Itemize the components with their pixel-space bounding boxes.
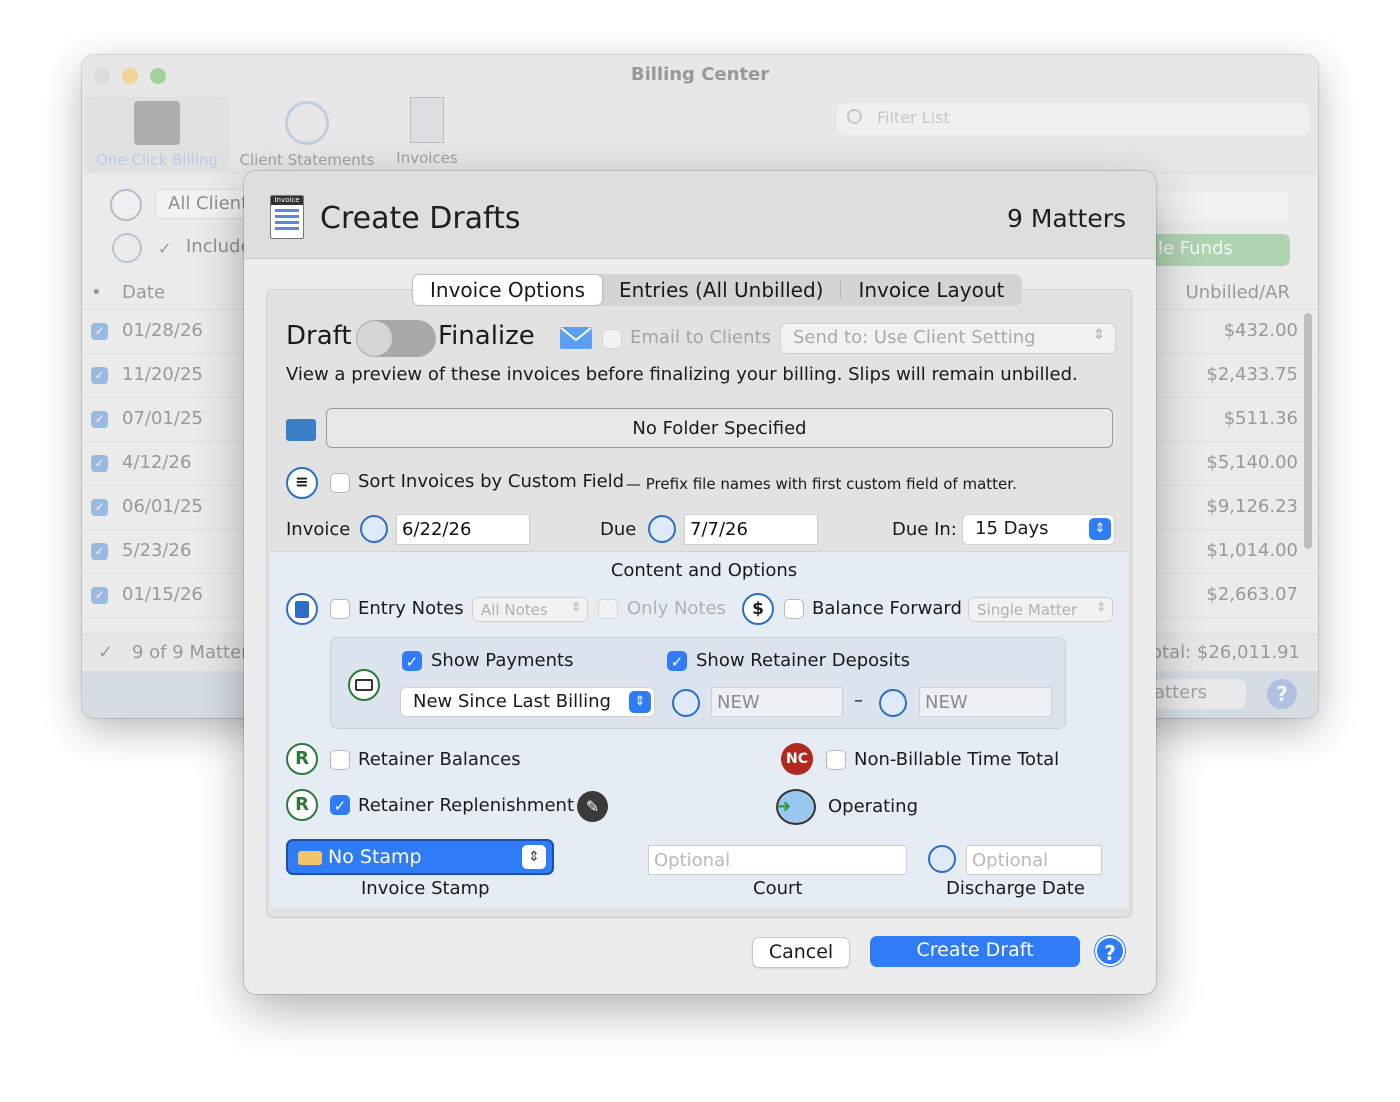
show-retainer-deposits-checkbox[interactable]: ✓ [667, 651, 687, 671]
due-in-popup[interactable]: 15 Days ⇕ [962, 514, 1115, 545]
balance-forward-checkbox[interactable] [784, 599, 804, 619]
sort-custom-field-checkbox[interactable] [330, 473, 350, 493]
toggle-knob [357, 321, 392, 356]
help-icon[interactable]: ? [1095, 936, 1125, 966]
pencil-icon[interactable]: ✎ [577, 791, 608, 822]
chevron-updown-icon: ⇕ [522, 845, 546, 869]
due-in-value: 15 Days [975, 518, 1049, 539]
entry-notes-value: All Notes [481, 601, 548, 619]
range-start-field[interactable]: NEW [711, 687, 843, 717]
email-clients-label: Email to Clients [630, 327, 771, 348]
non-billable-label: Non-Billable Time Total [854, 749, 1060, 770]
chevron-updown-icon: ⇕ [1089, 518, 1111, 540]
range-dash: – [854, 690, 863, 711]
sort-filter-icon: ≡ [286, 467, 318, 499]
retainer-icon: R [286, 743, 318, 775]
payments-range-popup[interactable]: New Since Last Billing ⇕ [400, 687, 655, 717]
operating-label: Operating [828, 796, 918, 817]
balance-forward-popup[interactable]: Single Matter ⇕ [968, 597, 1113, 622]
send-to-popup[interactable]: Send to: Use Client Setting ⇕ [780, 323, 1116, 354]
description-text: View a preview of these invoices before … [286, 364, 1078, 385]
only-notes-label: Only Notes [627, 598, 726, 619]
calendar-icon[interactable] [672, 689, 700, 717]
email-clients-checkbox[interactable] [602, 329, 622, 349]
sort-hint: — Prefix file names with first custom fi… [626, 475, 1017, 493]
discharge-date-caption: Discharge Date [946, 878, 1085, 899]
retainer-balances-label: Retainer Balances [358, 749, 521, 770]
create-drafts-sheet: Invoice Create Drafts 9 Matters Invoice … [244, 171, 1156, 994]
retainer-icon: R [286, 789, 318, 821]
invoice-icon: Invoice [270, 195, 304, 239]
discharge-date-field[interactable]: Optional [966, 845, 1102, 875]
entry-notes-label: Entry Notes [358, 598, 464, 619]
cancel-button[interactable]: Cancel [752, 937, 850, 968]
chevron-updown-icon: ⇕ [570, 600, 581, 614]
calendar-icon[interactable] [879, 689, 907, 717]
balance-forward-label: Balance Forward [812, 598, 962, 619]
credit-card-icon [348, 669, 380, 701]
due-date-label: Due [600, 519, 637, 540]
chevron-updown-icon: ⇕ [629, 691, 651, 713]
chevron-updown-icon: ⇕ [1095, 600, 1106, 614]
draft-finalize-toggle[interactable] [356, 320, 436, 357]
send-to-value: Send to: Use Client Setting [793, 327, 1036, 348]
retainer-replenishment-checkbox[interactable]: ✓ [330, 795, 350, 815]
envelope-icon [560, 327, 592, 349]
tag-icon [298, 851, 322, 865]
invoice-stamp-value: No Stamp [328, 846, 422, 868]
sort-label: Sort Invoices by Custom Field [358, 471, 625, 492]
sheet-header: Invoice Create Drafts 9 Matters [244, 171, 1156, 259]
retainer-balances-checkbox[interactable] [330, 750, 350, 770]
only-notes-checkbox[interactable] [598, 599, 618, 619]
create-draft-button[interactable]: Create Draft [870, 936, 1080, 967]
due-in-label: Due In: [892, 519, 957, 540]
sheet-title: Create Drafts [320, 201, 521, 236]
folder-button-label: No Folder Specified [632, 418, 807, 439]
invoice-date-field[interactable]: 6/22/26 [396, 514, 530, 545]
folder-button[interactable]: No Folder Specified [326, 408, 1113, 448]
calendar-icon[interactable] [648, 515, 676, 543]
tab-invoice-options[interactable]: Invoice Options [413, 275, 603, 305]
payments-range-value: New Since Last Billing [413, 691, 611, 712]
court-caption: Court [753, 878, 803, 899]
operating-account-icon[interactable]: ➜ [776, 789, 816, 825]
dollar-icon: $ [742, 593, 774, 625]
matter-count: 9 Matters [1006, 204, 1126, 233]
draft-label: Draft [286, 321, 352, 351]
finalize-label: Finalize [438, 321, 535, 351]
show-retainer-deposits-label: Show Retainer Deposits [696, 650, 910, 671]
show-payments-label: Show Payments [431, 650, 574, 671]
court-field[interactable]: Optional [648, 845, 907, 875]
calendar-icon[interactable] [928, 845, 956, 873]
chevron-updown-icon: ⇕ [1093, 327, 1105, 343]
range-end-field[interactable]: NEW [919, 687, 1052, 717]
invoice-stamp-caption: Invoice Stamp [361, 878, 490, 899]
due-date-field[interactable]: 7/7/26 [684, 514, 818, 545]
notes-book-icon [286, 593, 318, 625]
invoice-stamp-popup[interactable]: No Stamp ⇕ [286, 839, 554, 875]
retainer-replenishment-label: Retainer Replenishment [358, 795, 575, 816]
invoice-date-label: Invoice [286, 519, 351, 540]
content-options-header: Content and Options [610, 560, 798, 581]
tab-entries[interactable]: Entries (All Unbilled) [602, 275, 840, 305]
tab-bar: Invoice Options Entries (All Unbilled) I… [412, 274, 1023, 306]
show-payments-checkbox[interactable]: ✓ [402, 651, 422, 671]
folder-icon [286, 419, 316, 441]
entry-notes-popup[interactable]: All Notes ⇕ [472, 597, 588, 622]
calendar-icon[interactable] [360, 515, 388, 543]
non-billable-checkbox[interactable] [826, 750, 846, 770]
balance-forward-value: Single Matter [977, 601, 1078, 619]
entry-notes-checkbox[interactable] [330, 599, 350, 619]
tab-invoice-layout[interactable]: Invoice Layout [841, 275, 1021, 305]
non-chargeable-icon: NC [781, 743, 813, 775]
